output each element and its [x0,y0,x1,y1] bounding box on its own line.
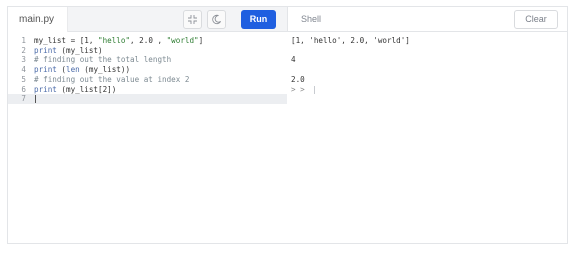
line-number: 4 [21,65,26,75]
shell-output-line: [1, 'hello', 2.0, 'world'] [291,36,410,45]
code-line[interactable]: 2 print (my_list) [8,46,287,56]
code-token: print [34,45,57,55]
line-number: 1 [21,36,26,45]
code-text: print (my_list) [34,46,103,56]
code-line[interactable]: 1 my_list = [1, "hello", 2.0 , "world"] [8,36,287,46]
shell-output-line: 4 [291,55,296,65]
code-text: # finding out the value at index 2 [34,75,189,85]
code-line[interactable]: 3 # finding out the total length [8,55,287,65]
prompt-text: > > [291,84,305,94]
shell-prompt[interactable]: > > [291,84,315,95]
editor-header: main.py Run [8,7,287,32]
line-number: 6 [21,84,26,94]
moon-icon [212,14,221,25]
code-token: ( [56,65,67,75]
toolbar: main.py Run Shell Clear [8,7,567,32]
file-tab-main[interactable]: main.py [8,7,68,32]
code-token: (my_list) [56,45,103,55]
code-text: my_list = [1, "hello", 2.0 , "world"] [34,36,203,46]
code-line[interactable]: 7 [8,94,287,104]
line-number: 3 [21,55,26,65]
code-token: "world" [166,36,199,45]
text-cursor [35,95,36,104]
code-line[interactable]: 6 print (my_list[2]) [8,85,287,95]
code-line[interactable]: 5 # finding out the value at index 2 [8,75,287,85]
code-line[interactable]: 4 print (len (my_list)) [8,65,287,75]
line-number: 7 [21,94,26,104]
code-token: "hello" [98,36,131,45]
code-editor[interactable]: 1 my_list = [1, "hello", 2.0 , "world"] 2 p… [8,33,287,243]
prompt-cursor [314,85,315,94]
theme-toggle-button[interactable] [207,10,226,29]
code-token: len [66,65,80,75]
code-text: print (len (my_list)) [34,65,130,75]
shell-output[interactable]: [1, 'hello', 2.0, 'world'] 4 2.0 > > [288,33,567,243]
code-token: (my_list)) [79,65,131,75]
run-button[interactable]: Run [241,10,276,29]
expand-icon [188,15,197,24]
code-token: # finding out the total length [34,55,172,65]
clear-button[interactable]: Clear [514,10,558,29]
code-text: print (my_list[2]) [34,85,116,95]
code-token: # finding out the value at index 2 [34,74,190,84]
code-token: print [34,84,57,94]
code-token: , 2.0 , [130,36,167,45]
line-number: 2 [21,45,26,55]
code-token: ] [198,36,204,45]
ide-window: main.py Run Shell Clear 1 my_list = [1, "… [7,6,568,244]
shell-header: Shell Clear [288,7,567,32]
shell-title: Shell [301,14,322,24]
line-number: 5 [21,74,26,84]
fullscreen-button[interactable] [183,10,202,29]
code-text: # finding out the total length [34,55,171,65]
code-token: print [34,65,57,75]
code-token: (my_list[2]) [56,84,117,94]
code-token: my_list = [1, [34,36,99,45]
shell-output-line: 2.0 [291,74,305,84]
